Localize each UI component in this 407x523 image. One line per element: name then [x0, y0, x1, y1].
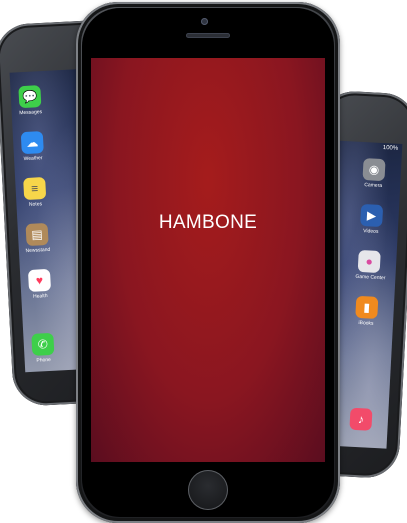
app-weather[interactable]: ☁ Weather — [19, 131, 47, 162]
app-ibooks[interactable]: ▮ iBooks — [353, 295, 381, 327]
phone-icon: ✆ — [31, 332, 55, 356]
app-label: Messages — [19, 109, 43, 117]
app-notes[interactable]: ≡ Notes — [21, 176, 49, 208]
camera-icon: ◉ — [362, 158, 386, 182]
app-label: Videos — [363, 228, 379, 235]
notes-icon: ≡ — [23, 176, 47, 201]
app-game-center[interactable]: ● Game Center — [355, 249, 386, 282]
app-splash-screen[interactable]: HAMBONE — [91, 58, 325, 462]
app-messages[interactable]: 💬 Messages — [16, 85, 44, 116]
battery-percent: 100% — [382, 145, 399, 152]
splash-title: HAMBONE — [158, 212, 258, 233]
app-camera[interactable]: ◉ Camera — [360, 158, 388, 189]
app-health[interactable]: ♥ Health — [26, 268, 54, 300]
app-label: Weather — [23, 155, 43, 163]
weather-icon: ☁ — [20, 131, 44, 155]
app-label: Notes — [28, 201, 43, 208]
speaker-grille — [186, 33, 230, 38]
center-phone: HAMBONE — [76, 2, 340, 523]
app-videos[interactable]: ▶ Videos — [358, 203, 386, 235]
newsstand-icon: ▤ — [25, 222, 49, 247]
health-icon: ♥ — [27, 268, 52, 292]
game-center-icon: ● — [357, 249, 381, 274]
app-label: Newsstand — [25, 246, 51, 255]
app-music[interactable]: ♪ — [347, 407, 374, 431]
videos-icon: ▶ — [360, 203, 384, 228]
music-icon: ♪ — [349, 407, 373, 431]
app-label: Game Center — [355, 273, 386, 282]
app-label: Camera — [364, 182, 383, 190]
messages-icon: 💬 — [18, 85, 42, 109]
app-newsstand[interactable]: ▤ Newsstand — [24, 222, 52, 255]
ibooks-icon: ▮ — [355, 295, 379, 319]
app-label: Health — [32, 293, 48, 300]
home-button[interactable] — [188, 470, 228, 510]
front-camera-icon — [201, 18, 208, 25]
app-label: Phone — [36, 356, 52, 364]
app-label: iBooks — [358, 319, 374, 327]
app-phone[interactable]: ✆ Phone — [29, 332, 57, 364]
status-bar: 100% — [336, 143, 399, 156]
